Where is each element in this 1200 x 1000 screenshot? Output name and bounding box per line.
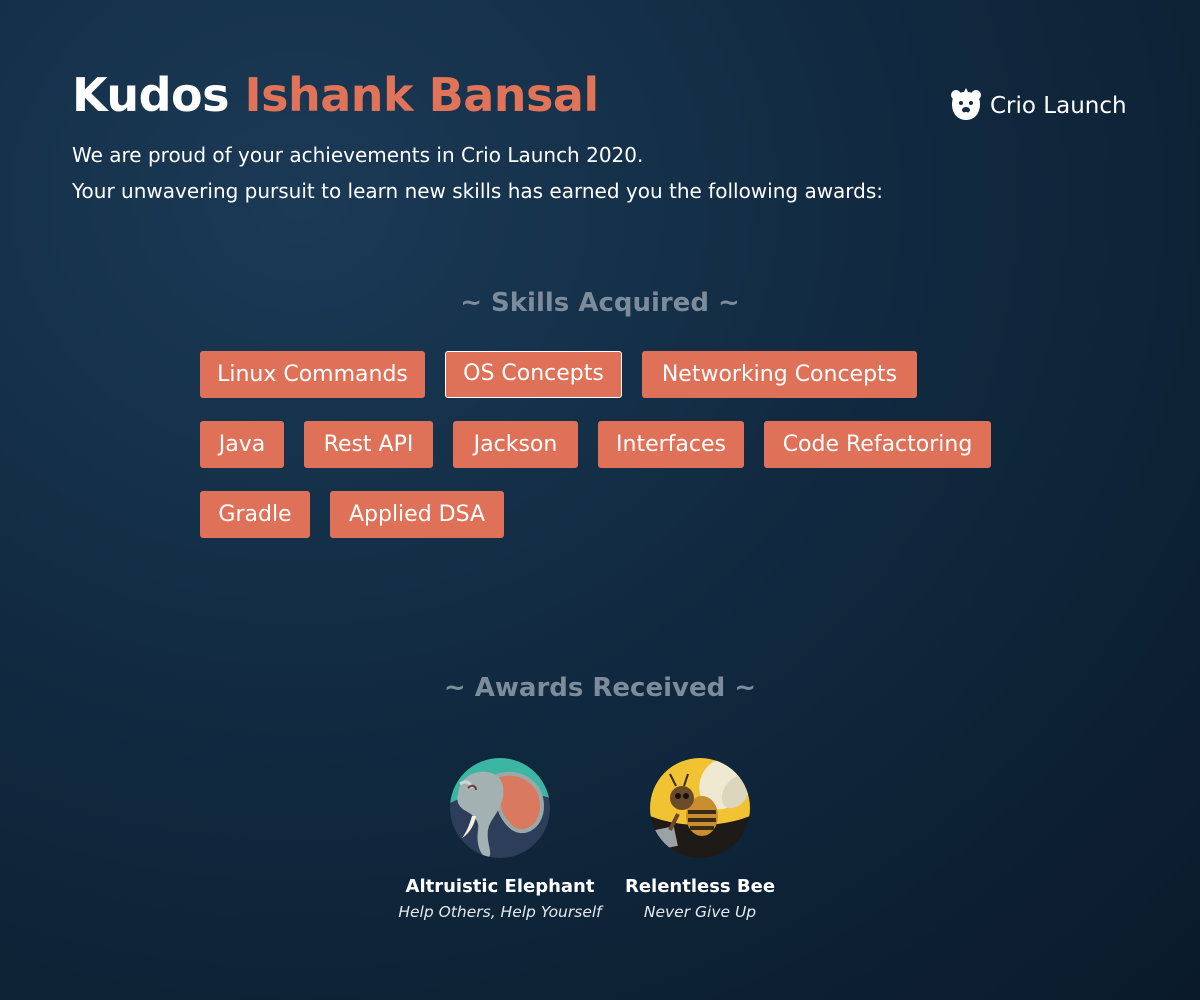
recipient-name: Ishank Bansal <box>244 68 600 122</box>
award-name: Relentless Bee <box>624 876 776 897</box>
brand-name: Crio Launch <box>990 93 1127 119</box>
skills-section-title: ~ Skills Acquired ~ <box>460 288 740 318</box>
award-altruistic-elephant: Altruistic Elephant Help Others, Help Yo… <box>390 758 610 921</box>
skill-chip: Linux Commands <box>200 351 425 398</box>
intro-line-1: We are proud of your achievements in Cri… <box>72 143 644 167</box>
skill-chip: Code Refactoring <box>764 421 991 468</box>
skill-chip-highlighted: OS Concepts <box>445 351 622 398</box>
skill-chip: Applied DSA <box>330 491 504 538</box>
skill-chip: Interfaces <box>598 421 744 468</box>
skill-chip: Gradle <box>200 491 310 538</box>
kudos-word: Kudos <box>72 68 230 122</box>
skill-chip: Jackson <box>453 421 578 468</box>
intro-line-2: Your unwavering pursuit to learn new ski… <box>72 179 884 203</box>
award-motto: Never Give Up <box>643 903 757 921</box>
skill-chip: Rest API <box>304 421 433 468</box>
bear-logo-icon <box>948 86 984 126</box>
bee-badge-icon <box>590 758 810 858</box>
page-title: Kudos Ishank Bansal <box>72 66 599 124</box>
award-relentless-bee: Relentless Bee Never Give Up <box>590 758 810 921</box>
award-motto: Help Others, Help Yourself <box>398 903 602 921</box>
brand-logo: Crio Launch <box>948 86 1127 126</box>
skill-chip: Java <box>200 421 284 468</box>
elephant-badge-icon <box>390 758 610 858</box>
award-name: Altruistic Elephant <box>405 876 595 897</box>
awards-section-title: ~ Awards Received ~ <box>443 673 757 703</box>
skill-chip: Networking Concepts <box>642 351 917 398</box>
